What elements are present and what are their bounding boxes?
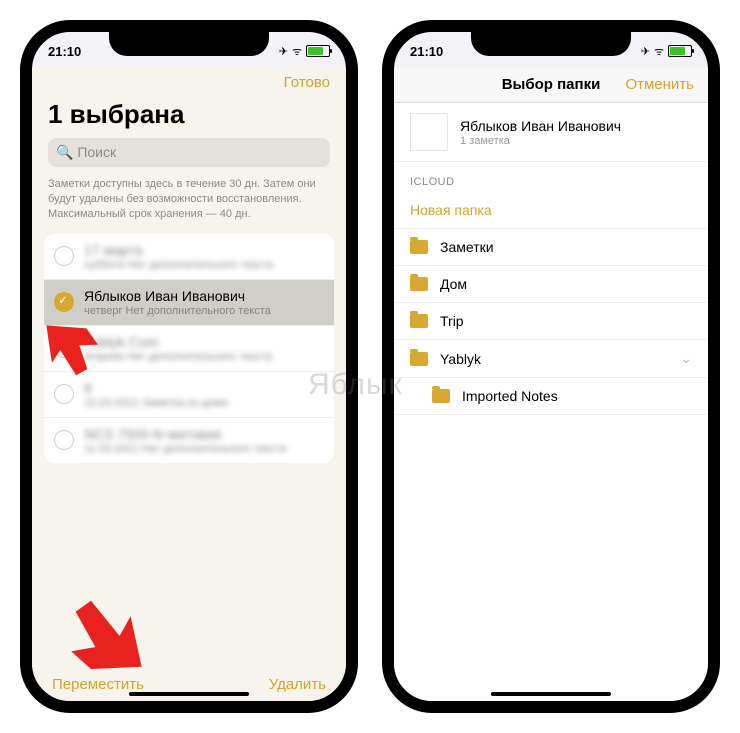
folder-item[interactable]: Дом [394, 266, 708, 303]
battery-icon [306, 45, 330, 57]
delete-button[interactable]: Удалить [269, 676, 326, 693]
status-time: 21:10 [410, 44, 443, 59]
list-item[interactable]: 17 мартасуббота Нет дополнительного текс… [44, 234, 334, 280]
list-item[interactable]: NCS 7500-N матовая11.03.2021 Нет дополни… [44, 418, 334, 463]
notch [471, 30, 631, 56]
radio-unchecked-icon[interactable] [54, 430, 74, 450]
annotation-arrow-icon [67, 590, 157, 690]
wifi-icon: ᯤ [654, 44, 664, 59]
radio-unchecked-icon[interactable] [54, 384, 74, 404]
radio-unchecked-icon[interactable] [54, 246, 74, 266]
folder-icon [410, 352, 428, 366]
airplane-icon: ✈ [641, 45, 650, 58]
home-indicator[interactable] [129, 692, 249, 696]
page-title: 1 выбрана [48, 99, 330, 130]
status-time: 21:10 [48, 44, 81, 59]
folder-item[interactable]: Trip [394, 303, 708, 340]
section-header: ICLOUD [394, 162, 708, 192]
done-button[interactable]: Готово [284, 74, 330, 91]
folder-icon [410, 277, 428, 291]
nav-bar: Выбор папки Отменить [394, 68, 708, 103]
notch [109, 30, 269, 56]
wifi-icon: ᯤ [292, 44, 302, 59]
folder-item[interactable]: Yablyk⌄ [394, 340, 708, 378]
folder-list: Новая папка Заметки Дом Trip Yablyk⌄ Imp… [394, 192, 708, 415]
home-indicator[interactable] [491, 692, 611, 696]
nav-title: Выбор папки [502, 76, 601, 93]
chevron-down-icon: ⌄ [680, 350, 692, 367]
battery-icon [668, 45, 692, 57]
search-input[interactable]: 🔍 Поиск [48, 138, 330, 167]
folder-item[interactable]: Imported Notes [394, 378, 708, 415]
airplane-icon: ✈ [279, 45, 288, 58]
folder-icon [432, 389, 450, 403]
folder-icon [410, 240, 428, 254]
cancel-button[interactable]: Отменить [625, 76, 694, 93]
folder-item[interactable]: Заметки [394, 229, 708, 266]
annotation-arrow-icon [30, 317, 100, 387]
folder-icon [410, 314, 428, 328]
radio-checked-icon[interactable] [54, 292, 74, 312]
new-folder-button[interactable]: Новая папка [394, 192, 708, 229]
info-text: Заметки доступны здесь в течение 30 дн. … [48, 177, 330, 222]
note-header: Яблыков Иван Иванович1 заметка [394, 103, 708, 162]
note-thumbnail-icon [410, 113, 448, 151]
